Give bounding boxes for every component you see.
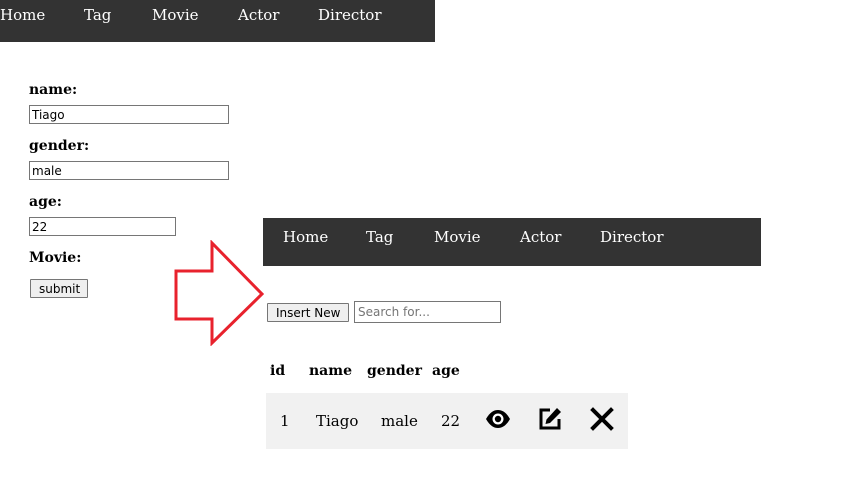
list-page-navbar: Home Tag Movie Actor Director xyxy=(263,218,761,266)
cell-id: 1 xyxy=(280,412,290,430)
nav-tag[interactable]: Tag xyxy=(84,8,111,23)
edit-icon[interactable] xyxy=(537,406,563,432)
cell-age: 22 xyxy=(441,412,461,430)
gender-field[interactable] xyxy=(29,161,229,180)
cell-gender: male xyxy=(381,412,418,430)
nav-movie[interactable]: Movie xyxy=(434,230,481,245)
right-arrow-icon xyxy=(174,240,265,346)
insert-new-button[interactable]: Insert New xyxy=(267,303,349,322)
nav-movie[interactable]: Movie xyxy=(152,8,199,23)
column-header-id: id xyxy=(270,363,286,379)
nav-director[interactable]: Director xyxy=(600,230,664,245)
eye-icon[interactable] xyxy=(485,406,511,432)
nav-director[interactable]: Director xyxy=(318,8,382,23)
gender-label: gender: xyxy=(29,138,90,154)
column-header-gender: gender xyxy=(367,363,422,379)
column-header-age: age xyxy=(432,363,460,379)
name-field[interactable] xyxy=(29,105,229,124)
name-label: name: xyxy=(29,82,78,98)
movie-label: Movie: xyxy=(29,250,82,266)
cell-name: Tiago xyxy=(316,412,359,430)
age-label: age: xyxy=(29,194,62,210)
nav-actor[interactable]: Actor xyxy=(520,230,561,245)
top-navbar: Home Tag Movie Actor Director xyxy=(0,0,435,42)
search-input[interactable] xyxy=(354,301,501,323)
nav-actor[interactable]: Actor xyxy=(238,8,279,23)
nav-tag[interactable]: Tag xyxy=(366,230,393,245)
age-field[interactable] xyxy=(29,217,176,236)
nav-home[interactable]: Home xyxy=(283,230,328,245)
submit-button[interactable]: submit xyxy=(30,279,88,298)
nav-home[interactable]: Home xyxy=(0,8,45,23)
column-header-name: name xyxy=(309,363,352,379)
close-icon[interactable] xyxy=(589,406,615,432)
